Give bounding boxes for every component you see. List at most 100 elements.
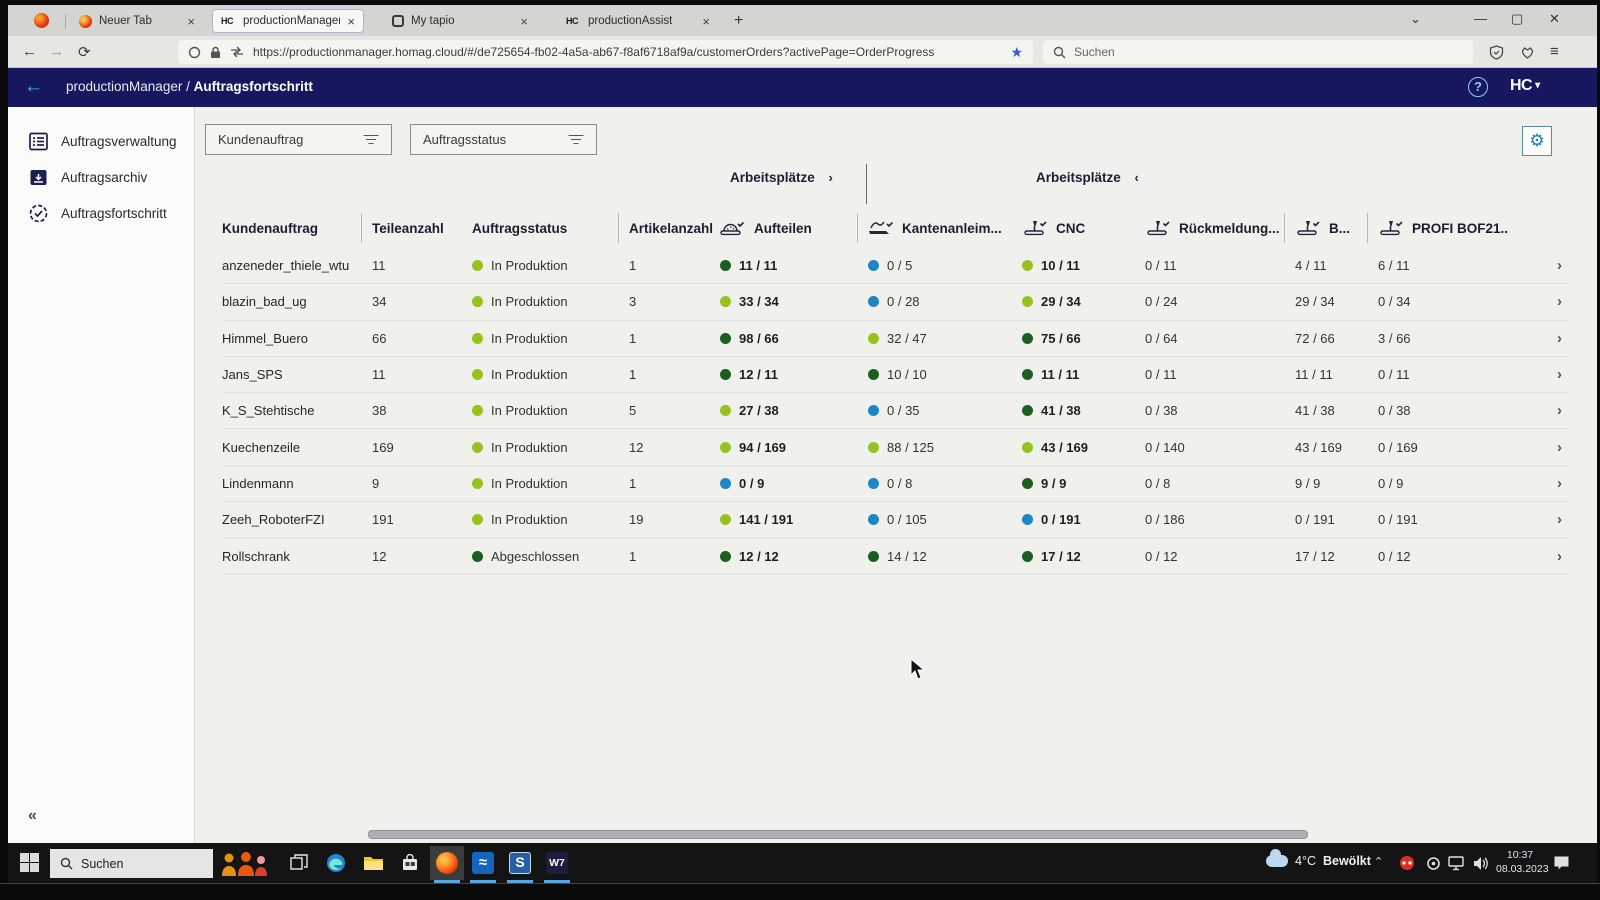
- s-app-icon[interactable]: S: [507, 851, 533, 875]
- workplaces-group-left[interactable]: Arbeitsplätze ›: [730, 170, 833, 185]
- weather-widget[interactable]: 4°C Bewölkt: [1266, 854, 1371, 868]
- tab-neuer-tab[interactable]: Neuer Tab ×: [71, 9, 203, 33]
- back-button[interactable]: ←: [22, 43, 37, 60]
- table-row[interactable]: Himmel_Buero66In Produktion198 / 6632 / …: [222, 321, 1568, 357]
- table-row[interactable]: Zeeh_RoboterFZI191In Produktion19141 / 1…: [222, 502, 1568, 538]
- lock-icon[interactable]: [210, 46, 221, 59]
- wave-app-icon[interactable]: ≈: [470, 851, 496, 875]
- store-icon[interactable]: [397, 851, 423, 875]
- task-view-icon[interactable]: [286, 851, 312, 875]
- col-auftragsstatus[interactable]: Auftragsstatus: [472, 213, 629, 243]
- sidebar-item-auftragsarchiv[interactable]: Auftragsarchiv: [8, 162, 195, 192]
- chevron-right-icon[interactable]: ›: [829, 170, 833, 185]
- cell-teileanzahl: 11: [372, 258, 472, 273]
- cell-auftragsstatus: In Produktion: [472, 476, 629, 491]
- row-detail-chevron[interactable]: ›: [1525, 475, 1568, 492]
- workplaces-group-right[interactable]: Arbeitsplätze ‹: [1036, 170, 1139, 185]
- sidebar-item-auftragsfortschritt[interactable]: Auftragsfortschritt: [8, 198, 195, 228]
- filter-kundenauftrag[interactable]: Kundenauftrag: [205, 124, 392, 155]
- row-detail-chevron[interactable]: ›: [1525, 330, 1568, 347]
- file-explorer-icon[interactable]: [360, 851, 386, 875]
- url-bar[interactable]: https://productionmanager.homag.cloud/#/…: [178, 40, 1033, 64]
- col-kundenauftrag[interactable]: Kundenauftrag: [222, 213, 372, 243]
- window-minimize-button[interactable]: —: [1474, 11, 1487, 26]
- tab-close-icon[interactable]: ×: [347, 14, 355, 29]
- notification-center-icon[interactable]: [1548, 851, 1574, 875]
- table-row[interactable]: Lindenmann9In Produktion10 / 90 / 89 / 9…: [222, 466, 1568, 502]
- firefox-logo-icon[interactable]: [34, 13, 49, 28]
- row-detail-chevron[interactable]: ›: [1525, 402, 1568, 419]
- network-display-icon[interactable]: [1444, 851, 1470, 875]
- table-row[interactable]: Rollschrank12Abgeschlossen112 / 1214 / 1…: [222, 538, 1568, 574]
- horizontal-scrollbar[interactable]: [368, 830, 1308, 839]
- reload-button[interactable]: ⟳: [78, 43, 91, 61]
- tab-production-manager[interactable]: HC productionManager ×: [212, 9, 364, 33]
- app-back-arrow[interactable]: ←: [24, 76, 46, 98]
- sidebar-item-auftragsverwaltung[interactable]: Auftragsverwaltung: [8, 126, 195, 156]
- table-row[interactable]: K_S_Stehtische38In Produktion527 / 380 /…: [222, 393, 1568, 429]
- col-aufteilen[interactable]: Aufteilen: [720, 213, 868, 243]
- menu-hamburger-icon[interactable]: ≡: [1550, 43, 1559, 60]
- url-text[interactable]: https://productionmanager.homag.cloud/#/…: [253, 45, 934, 59]
- row-detail-chevron[interactable]: ›: [1525, 548, 1568, 565]
- tab-close-icon[interactable]: ×: [187, 14, 195, 29]
- table-row[interactable]: blazin_bad_ug34In Produktion333 / 340 / …: [222, 284, 1568, 320]
- chevron-left-icon[interactable]: ‹: [1135, 170, 1139, 185]
- tab-list-chevron-icon[interactable]: ⌄: [1410, 11, 1421, 27]
- breadcrumb-app[interactable]: productionManager: [66, 79, 182, 94]
- woodwop7-app-icon[interactable]: W7: [544, 851, 570, 875]
- cell-machine-3: 0 / 24: [1145, 294, 1295, 309]
- taskbar-search[interactable]: Suchen: [50, 849, 213, 878]
- col-b[interactable]: B...: [1284, 213, 1378, 243]
- col-profi-bof21[interactable]: PROFI BOF21..: [1367, 213, 1525, 243]
- col-kantenanleim[interactable]: Kantenanleim...: [857, 213, 1022, 243]
- firefox-taskbar-icon[interactable]: [430, 846, 464, 880]
- filter-icon: [568, 134, 584, 146]
- tracking-protection-icon[interactable]: [230, 46, 244, 58]
- status-dot-inprogress: [472, 333, 483, 344]
- sidebar-collapse-button[interactable]: «: [28, 807, 37, 825]
- row-detail-chevron[interactable]: ›: [1525, 511, 1568, 528]
- col-teileanzahl[interactable]: Teileanzahl: [361, 213, 472, 243]
- table-row[interactable]: Jans_SPS11In Produktion112 / 1110 / 1011…: [222, 357, 1568, 393]
- col-artikelanzahl[interactable]: Artikelanzahl: [618, 213, 720, 243]
- tab-close-icon[interactable]: ×: [702, 14, 710, 29]
- taskbar-clock[interactable]: 10:37 08.03.2023: [1496, 848, 1544, 876]
- permissions-icon[interactable]: [188, 46, 201, 59]
- cell-machine-4: 11 / 11: [1295, 367, 1378, 382]
- browser-search-field[interactable]: Suchen: [1043, 40, 1473, 64]
- tray-app-icon-ring[interactable]: [1420, 851, 1446, 875]
- col-cnc[interactable]: CNC: [1022, 213, 1145, 243]
- tray-chevron-icon[interactable]: ⌃: [1374, 855, 1383, 868]
- bookmark-star-icon[interactable]: ★: [1010, 44, 1023, 61]
- people-app-icon[interactable]: [218, 851, 274, 875]
- homag-hc-logo: HC: [1510, 77, 1532, 94]
- forward-button[interactable]: →: [49, 43, 64, 60]
- table-row[interactable]: Kuechenzeile169In Produktion1294 / 16988…: [222, 429, 1568, 465]
- window-maximize-button[interactable]: ▢: [1511, 11, 1523, 27]
- row-detail-chevron[interactable]: ›: [1525, 257, 1568, 274]
- tray-app-icon-red[interactable]: [1394, 851, 1420, 875]
- new-tab-button[interactable]: +: [734, 13, 743, 29]
- start-button[interactable]: [20, 853, 40, 873]
- row-detail-chevron[interactable]: ›: [1525, 366, 1568, 383]
- volume-icon[interactable]: [1468, 851, 1494, 875]
- tab-close-icon[interactable]: ×: [520, 14, 528, 29]
- row-detail-chevron[interactable]: ›: [1525, 439, 1568, 456]
- taskbar-search-placeholder: Suchen: [81, 857, 123, 871]
- extensions-icon[interactable]: [1520, 45, 1535, 60]
- table-row[interactable]: anzeneder_thiele_wtu11In Produktion111 /…: [222, 248, 1568, 284]
- window-close-button[interactable]: ✕: [1549, 11, 1560, 27]
- tab-production-assist[interactable]: HC productionAssist ×: [558, 9, 718, 33]
- row-detail-chevron[interactable]: ›: [1525, 293, 1568, 310]
- protections-shield-icon[interactable]: [1489, 45, 1504, 60]
- machine-progress-value: 94 / 169: [739, 440, 786, 455]
- filter-auftragsstatus[interactable]: Auftragsstatus: [410, 124, 597, 155]
- table-settings-button[interactable]: ⚙: [1522, 126, 1552, 156]
- machine-progress-value: 32 / 47: [887, 331, 927, 346]
- help-icon[interactable]: ?: [1468, 77, 1488, 97]
- edge-icon[interactable]: [323, 851, 349, 875]
- account-menu[interactable]: HC▾: [1510, 77, 1540, 95]
- tab-my-tapio[interactable]: My tapio ×: [384, 9, 536, 33]
- col-rueckmeldung[interactable]: Rückmeldung...: [1145, 213, 1295, 243]
